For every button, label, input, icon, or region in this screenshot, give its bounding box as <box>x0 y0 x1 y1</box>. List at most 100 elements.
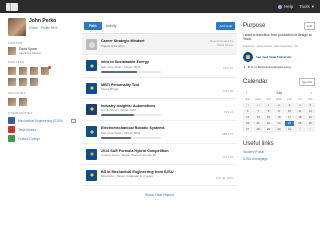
calendar-day[interactable]: 2 <box>274 102 284 108</box>
calendar-day[interactable]: 28 <box>253 126 263 132</box>
calendar-day[interactable]: 25 <box>295 120 305 126</box>
calendar-day[interactable]: 20 <box>243 120 253 126</box>
calendar-weekday: Wed <box>276 96 282 101</box>
advisors-grid <box>8 98 76 106</box>
calendar-day[interactable]: 15 <box>263 114 274 120</box>
org-item[interactable]: Mechanical Engineering (SJSU) › <box>8 117 76 124</box>
goal-icon <box>86 39 97 50</box>
calendar-weekday: Tue <box>266 96 271 101</box>
university-seal-icon <box>86 82 97 94</box>
avatar[interactable] <box>8 98 16 106</box>
student-portal-link[interactable]: Student Portal <box>243 150 315 154</box>
agenda-button[interactable]: Agenda <box>298 77 315 86</box>
avatar[interactable] <box>30 67 38 75</box>
calendar-weekday: Sun <box>245 96 251 101</box>
list-item[interactable]: Intro to Sustainable Energy San Jose Sta… <box>82 55 237 78</box>
calendar-day[interactable]: 18 <box>295 114 305 120</box>
section-label-advisors: Advisors <box>8 91 26 95</box>
mentor-entry[interactable]: David Spano Academic Advisor <box>8 47 76 55</box>
add-goal-button[interactable]: Add Goal <box>216 22 235 30</box>
due-date: MAY 25 <box>223 88 233 93</box>
section-label-peers: Mentees <box>8 60 25 64</box>
avatar[interactable] <box>19 67 27 75</box>
goals-link[interactable]: Goals <box>29 26 38 30</box>
calendar-day[interactable]: 22 <box>263 120 274 126</box>
purpose-text: I want to transition from production to … <box>243 33 312 42</box>
list-item[interactable]: Career Strategic Mindset Palette Educati… <box>82 34 237 55</box>
list-item[interactable]: Industry Insights: Automotives Car & Dri… <box>82 99 237 121</box>
due-date: MAY 10 <box>223 66 233 70</box>
calendar-day[interactable]: 10 <box>284 108 295 114</box>
avatar[interactable] <box>19 78 27 86</box>
useful-links-heading: Useful links <box>243 140 274 147</box>
sjsu-homepage-link[interactable]: SJSU homepage <box>243 157 315 161</box>
avatar[interactable] <box>8 67 16 75</box>
calendar-day[interactable]: 1 <box>295 126 305 132</box>
progress-fill <box>101 136 131 139</box>
list-item[interactable]: 2014 SAE Formula Hybrid Competition Cust… <box>82 144 237 165</box>
calendar-day[interactable]: 21 <box>253 120 263 126</box>
avatar[interactable] <box>8 18 26 36</box>
calendar-day[interactable]: 27 <box>243 126 253 132</box>
calendar-day[interactable]: 6 <box>243 108 253 114</box>
tab-activity[interactable]: Activity <box>106 24 117 28</box>
due-date: SEPT 15 <box>221 132 233 136</box>
app-logo[interactable] <box>6 2 18 11</box>
list-item[interactable]: Electromechanical Robotic Systems San Jo… <box>82 121 237 144</box>
edit-purpose-button[interactable]: Edit <box>303 22 315 30</box>
avatar[interactable] <box>8 78 16 86</box>
calendar-day[interactable]: 2 <box>305 126 315 132</box>
show-total-history-link[interactable]: Show Total History <box>82 193 237 197</box>
calendar-day[interactable]: 19 <box>305 114 315 120</box>
avatar[interactable] <box>41 66 51 75</box>
help-link[interactable]: Help <box>277 4 293 9</box>
calendar-day[interactable]: 31 <box>284 126 295 132</box>
calendar-day[interactable]: 3 <box>284 102 295 108</box>
due-date: JUN 22 <box>223 109 233 114</box>
calendar-weekday: Sat <box>308 96 313 101</box>
star-icon: ★ <box>243 64 246 69</box>
tab-bar: Path Activity Add Goal <box>82 14 237 34</box>
calendar-day[interactable]: 23 <box>274 120 284 126</box>
progress-bar <box>101 70 161 73</box>
calendar-day[interactable]: 9 <box>274 108 284 114</box>
calendar-day[interactable]: 16 <box>274 114 284 120</box>
calendar-day[interactable]: 29 <box>243 102 253 108</box>
avatar[interactable] <box>30 78 38 86</box>
calendar-day[interactable]: 5 <box>305 102 315 108</box>
top-bar: Help Tools ▾ <box>0 0 320 13</box>
industry-icon <box>86 103 97 115</box>
calendar-day[interactable]: 12 <box>305 108 315 114</box>
peers-grid <box>8 66 76 86</box>
calendar-day[interactable]: 17 <box>284 114 295 120</box>
calendar-day[interactable]: 13 <box>243 114 253 120</box>
avatar[interactable] <box>19 98 27 106</box>
calendar-day[interactable]: 30 <box>253 102 263 108</box>
org-item[interactable]: Foothill College <box>8 135 76 142</box>
section-label-organizations: Communities <box>8 111 33 115</box>
calendar-day[interactable]: 24 <box>284 120 295 126</box>
tab-path[interactable]: Path <box>84 22 102 30</box>
calendar-day[interactable]: 26 <box>305 120 315 126</box>
profile-link[interactable]: Profile 94% <box>41 26 58 30</box>
section-label-mentor: Mentor <box>8 41 23 45</box>
prev-month-icon[interactable]: ‹ <box>246 91 247 95</box>
list-item[interactable]: BS in Mechanical Engineering from SJSU M… <box>82 165 237 186</box>
calendar-day[interactable]: 11 <box>295 108 305 114</box>
calendar-day[interactable]: 29 <box>263 126 274 132</box>
university-seal-icon <box>86 169 97 181</box>
calendar-day[interactable]: 7 <box>253 108 263 114</box>
calendar-day[interactable]: 1 <box>263 102 274 108</box>
next-month-icon[interactable]: › <box>311 91 312 95</box>
purpose-heading: Purpose <box>243 23 266 29</box>
calendar-day[interactable]: 14 <box>253 114 263 120</box>
expand-icon[interactable]: › <box>71 118 76 123</box>
list-item[interactable]: MBTI Personality Test Myers-Briggs MAY 2… <box>82 78 237 99</box>
calendar-day[interactable]: 30 <box>274 126 284 132</box>
calendar-day[interactable]: 4 <box>295 102 305 108</box>
tools-menu[interactable]: Tools ▾ <box>299 4 314 10</box>
calendar-day[interactable]: 8 <box>263 108 274 114</box>
avatar <box>8 47 16 55</box>
calendar-weekday: Fri <box>298 96 302 101</box>
org-item[interactable]: Tesla Motors <box>8 126 76 133</box>
